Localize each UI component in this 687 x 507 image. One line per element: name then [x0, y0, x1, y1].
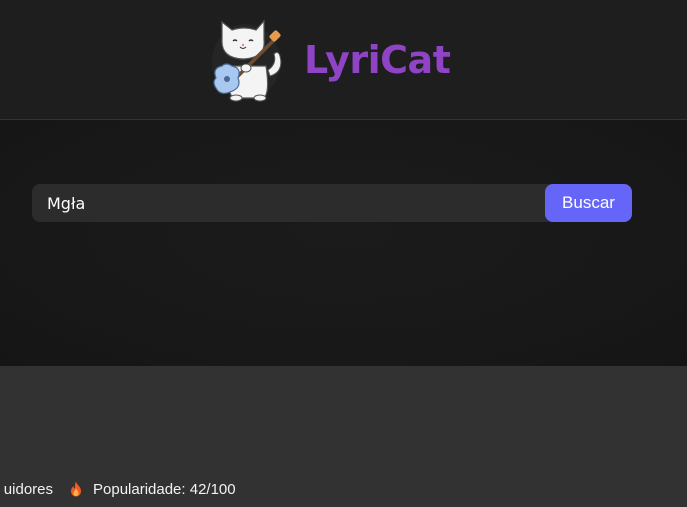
- search-button[interactable]: Buscar: [545, 184, 632, 222]
- app-logo-text[interactable]: LyriCat: [304, 34, 451, 86]
- search-bar: Buscar: [32, 184, 632, 222]
- artist-stats-row: uidores Popularidade: 42/100: [0, 479, 687, 501]
- search-section: Buscar: [0, 120, 687, 366]
- app-header: LyriCat: [0, 0, 687, 120]
- search-input[interactable]: [32, 184, 545, 222]
- cat-guitar-logo-icon: [212, 19, 282, 102]
- results-area: uidores Popularidade: 42/100: [0, 366, 687, 507]
- popularity-label: Popularidade: 42/100: [93, 481, 236, 498]
- fire-icon: [71, 481, 81, 497]
- followers-stat: uidores: [3, 481, 53, 498]
- popularity-stat: Popularidade: 42/100: [69, 479, 236, 501]
